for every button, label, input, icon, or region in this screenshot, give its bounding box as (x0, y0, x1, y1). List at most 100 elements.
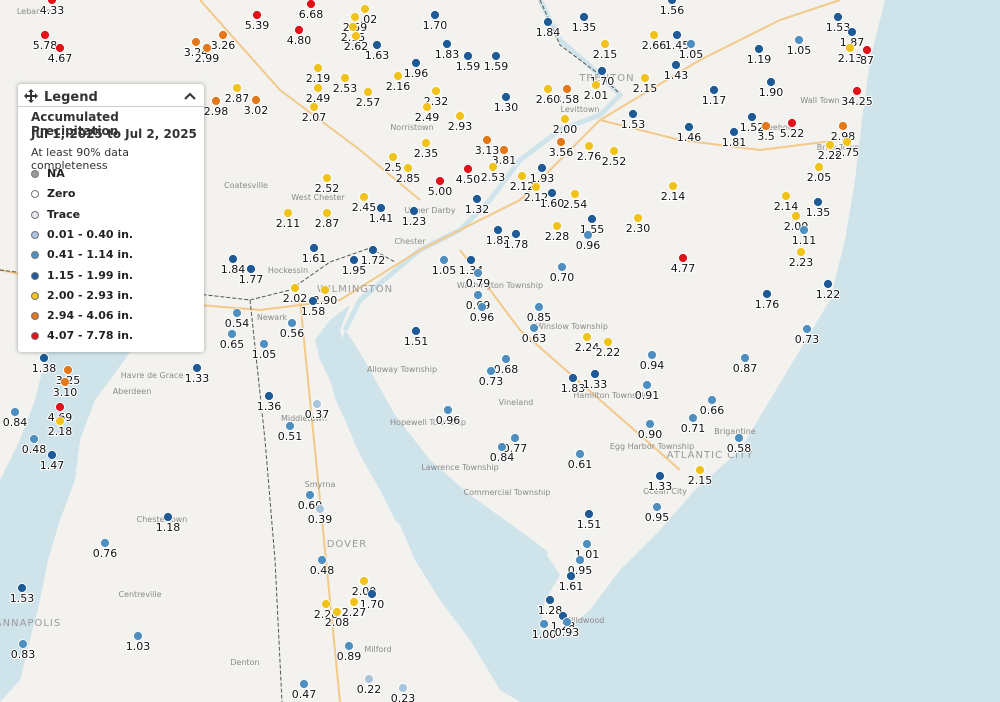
legend-item-label: 2.94 - 4.06 in. (47, 309, 134, 323)
legend-header[interactable]: Legend (24, 88, 198, 106)
station-value-label: 1.53 (826, 21, 851, 34)
station-value-label: 0.89 (337, 650, 362, 663)
station-value-label: 2.49 (306, 92, 331, 105)
station-value-label: 2.53 (333, 82, 358, 95)
station-value-label: 1.33 (648, 480, 673, 493)
station-value-label: 0.71 (681, 422, 706, 435)
legend-swatch (31, 332, 39, 341)
station-value-label: 2.53 (481, 171, 506, 184)
station-value-label: 0.61 (568, 458, 593, 471)
place-label: Chester (394, 237, 426, 246)
station-value-label: 1.70 (423, 19, 448, 32)
station-value-label: 1.35 (806, 206, 831, 219)
station-value-label: 2.93 (448, 120, 473, 133)
station-value-label: 1.19 (747, 53, 772, 66)
legend-header-title: Legend (44, 90, 98, 105)
station-value-label: 0.96 (470, 311, 495, 324)
station-value-label: 1.41 (369, 212, 394, 225)
station-value-label: 1.35 (572, 21, 597, 34)
station-value-label: 5.22 (780, 127, 805, 140)
station-value-label: 2.52 (602, 155, 627, 168)
legend-item-label: 0.01 - 0.40 in. (47, 227, 134, 241)
place-label: Aberdeen (113, 387, 152, 396)
legend-item-label: 4.07 - 7.78 in. (47, 329, 134, 343)
station-value-label: 2.14 (661, 190, 686, 203)
legend-swatch (31, 190, 39, 199)
station-value-label: 1.00 (532, 628, 557, 641)
station-value-label: 0.39 (308, 513, 333, 526)
station-value-label: 3.26 (211, 39, 236, 52)
legend-item-label: 0.41 - 1.14 in. (47, 248, 134, 262)
station-value-label: 2.02 (283, 292, 308, 305)
station-value-label: 0.94 (640, 359, 665, 372)
station-value-label: 2.07 (302, 111, 327, 124)
station-value-label: 1.32 (465, 203, 490, 216)
station-value-label: 1.18 (156, 521, 181, 534)
station-value-label: 1.05 (252, 348, 277, 361)
station-value-label: 1.83 (561, 382, 586, 395)
station-value-label: 0.23 (391, 692, 416, 702)
station-value-label: 0.84 (490, 451, 515, 464)
station-value-label: 1.59 (456, 60, 481, 73)
station-value-label: 0.90 (638, 428, 663, 441)
legend-swatch (31, 271, 39, 280)
station-value-label: 6.68 (299, 8, 324, 21)
station-value-label: 2.85 (396, 172, 421, 185)
station-value-label: 2.23 (789, 256, 814, 269)
place-label: Wall Town (800, 96, 839, 105)
legend-swatch (31, 170, 39, 178)
station-value-label: 1.47 (40, 459, 65, 472)
station-value-label: 1.81 (722, 136, 747, 149)
station-value-label: 3.10 (53, 386, 78, 399)
legend-divider (18, 106, 204, 107)
station-value-label: 0.58 (727, 442, 752, 455)
station-value-label: 2.57 (356, 96, 381, 109)
chevron-up-icon[interactable] (182, 88, 198, 104)
station-value-label: 2.60 (536, 93, 561, 106)
station-value-label: 2.05 (807, 171, 832, 184)
station-value-label: 1.03 (126, 640, 151, 653)
station-value-label: 4.77 (671, 262, 696, 275)
station-value-label: 4.33 (40, 4, 65, 17)
station-value-label: 1.38 (32, 362, 57, 375)
station-value-label: 1.60 (540, 197, 565, 210)
legend-item-label: 2.00 - 2.93 in. (47, 288, 134, 302)
place-label: Hockessin (268, 266, 308, 275)
station-value-label: 0.85 (527, 311, 552, 324)
station-value-label: 0.79 (466, 277, 491, 290)
station-value-label: 1.23 (402, 215, 427, 228)
legend-swatch (31, 210, 39, 219)
move-icon[interactable] (24, 89, 38, 103)
station-value-label: 1.95 (342, 264, 367, 277)
place-label: Levittown (561, 105, 600, 114)
place-label: Lawrence Township (421, 463, 498, 472)
legend-swatch (31, 291, 39, 300)
station-value-label: 0.73 (479, 375, 504, 388)
station-value-label: 0.22 (357, 683, 382, 696)
station-value-label: 5.00 (428, 185, 453, 198)
place-label: Denton (230, 658, 259, 667)
station-value-label: 2.11 (276, 217, 301, 230)
station-value-label: 1.90 (759, 86, 784, 99)
place-label: DOVER (327, 539, 368, 550)
station-value-label: 1.36 (257, 400, 282, 413)
station-value-label: 3.56 (549, 146, 574, 159)
station-value-label: 1.22 (816, 288, 841, 301)
station-value-label: 34.25 (841, 95, 873, 108)
station-value-label: 2.00 (553, 123, 578, 136)
station-value-label: 2.01 (584, 89, 609, 102)
station-value-label: 0.93 (555, 626, 580, 639)
station-value-label: 1.46 (677, 131, 702, 144)
station-value-label: 1.63 (365, 49, 390, 62)
station-value-label: 0.84 (3, 416, 28, 429)
station-value-label: 0.63 (522, 332, 547, 345)
station-value-label: 2.15 (688, 474, 713, 487)
station-value-label: 0.73 (795, 333, 820, 346)
station-value-label: 1.84 (536, 26, 561, 39)
place-label: Newark (257, 313, 288, 322)
place-label: Havre de Grace (121, 371, 184, 380)
station-value-label: 2.19 (306, 72, 331, 85)
legend-item-label: Trace (47, 207, 81, 221)
station-value-label: 0.70 (550, 271, 575, 284)
place-label: Brigantine (714, 427, 755, 436)
